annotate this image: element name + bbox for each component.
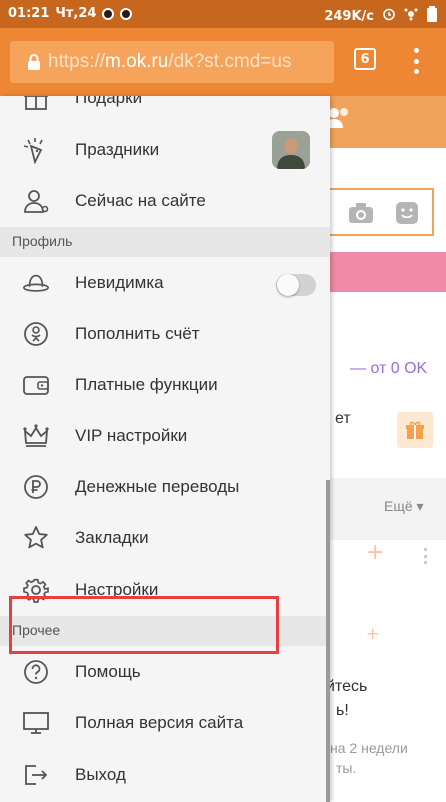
notification-icon-2 xyxy=(120,7,133,20)
smile-icon[interactable] xyxy=(396,202,418,228)
status-time: 01:21 xyxy=(8,6,50,21)
invisible-toggle[interactable] xyxy=(276,274,316,296)
menu-item-holidays[interactable]: Праздники xyxy=(0,124,330,175)
menu-label: Помощь xyxy=(75,661,141,681)
lock-icon xyxy=(20,53,48,71)
background-text-4: ты. xyxy=(336,760,357,776)
menu-item-full-version[interactable]: Полная версия сайта xyxy=(0,697,330,748)
menu-item-online-now[interactable]: Сейчас на сайте xyxy=(0,175,330,226)
menu-label: Пополнить счёт xyxy=(75,323,200,343)
url-host: m.ok.ru xyxy=(105,51,169,72)
menu-item-money-transfers[interactable]: Денежные переводы xyxy=(0,461,330,512)
party-icon xyxy=(22,136,50,164)
menu-label: Денежные переводы xyxy=(75,476,240,496)
notification-icon xyxy=(102,7,115,20)
background-text-3: на 2 недели xyxy=(330,740,408,756)
status-day: Чт,24 xyxy=(55,6,97,21)
logout-icon xyxy=(22,761,50,789)
menu-label: Сейчас на сайте xyxy=(75,190,206,210)
more-label: Ещё xyxy=(384,498,413,514)
menu-item-paid-features[interactable]: Платные функции xyxy=(0,359,330,410)
ruble-icon xyxy=(22,473,50,501)
browser-menu-button[interactable] xyxy=(414,48,420,74)
menu-item-top-up[interactable]: Пополнить счёт xyxy=(0,308,330,359)
menu-label: Выход xyxy=(75,764,126,784)
avatar xyxy=(272,131,310,169)
menu-item-gifts[interactable]: Подарки xyxy=(0,96,330,123)
star-icon xyxy=(22,524,50,552)
toggle-knob xyxy=(277,274,299,296)
url-scheme: https:// xyxy=(48,51,106,72)
highlight-box xyxy=(9,596,279,654)
menu-label: Закладки xyxy=(75,527,149,547)
gift-icon xyxy=(22,96,50,112)
crown-icon xyxy=(22,422,50,450)
monitor-icon xyxy=(22,709,50,737)
hat-icon xyxy=(22,269,50,297)
menu-item-vip-settings[interactable]: VIP настройки xyxy=(0,410,330,461)
url-path: /dk?st.cmd=us xyxy=(168,51,292,72)
tab-switcher-button[interactable]: 6 xyxy=(354,48,376,70)
plus-icon-small: + xyxy=(366,624,380,643)
background-header xyxy=(325,96,446,148)
wallet-icon xyxy=(22,371,50,399)
browser-toolbar: https://m.ok.ru/dk?st.cmd=us 6 xyxy=(0,28,446,96)
menu-label: Праздники xyxy=(75,139,160,159)
menu-item-bookmarks[interactable]: Закладки xyxy=(0,512,330,563)
menu-label: Платные функции xyxy=(75,374,218,394)
status-bar: 01:21 Чт,24 249K/c xyxy=(0,0,446,28)
gift-button[interactable] xyxy=(397,412,433,448)
ok-logo-icon xyxy=(22,320,50,348)
help-icon xyxy=(22,658,50,686)
more-dropdown[interactable]: Ещё ▾ xyxy=(384,498,424,515)
menu-label: Полная версия сайта xyxy=(75,712,244,732)
person-icon xyxy=(22,187,50,215)
address-bar[interactable]: https://m.ok.ru/dk?st.cmd=us xyxy=(10,41,334,83)
navigation-drawer: Подарки Праздники Сейчас на сайте Профил… xyxy=(0,96,330,802)
background-fragment: ет xyxy=(335,410,351,427)
menu-label: VIP настройки xyxy=(75,425,188,445)
plus-icon: + xyxy=(366,540,385,565)
vibrate-icon xyxy=(404,7,418,25)
camera-icon[interactable] xyxy=(348,202,374,228)
background-text-2: ь! xyxy=(336,702,349,719)
alarm-icon xyxy=(382,7,396,25)
overflow-icon[interactable] xyxy=(424,548,430,564)
section-header-profile: Профиль xyxy=(0,227,330,257)
menu-label: Невидимка xyxy=(75,272,164,292)
section-title: Профиль xyxy=(12,233,73,249)
menu-item-logout[interactable]: Выход xyxy=(0,749,330,800)
network-speed: 249K/c xyxy=(324,8,374,24)
background-price: — от 0 OK xyxy=(350,360,428,377)
menu-label: Подарки xyxy=(75,96,143,107)
battery-icon xyxy=(426,6,438,26)
drawer-scrollbar[interactable] xyxy=(326,480,330,802)
url-text: https://m.ok.ru/dk?st.cmd=us xyxy=(48,51,291,73)
